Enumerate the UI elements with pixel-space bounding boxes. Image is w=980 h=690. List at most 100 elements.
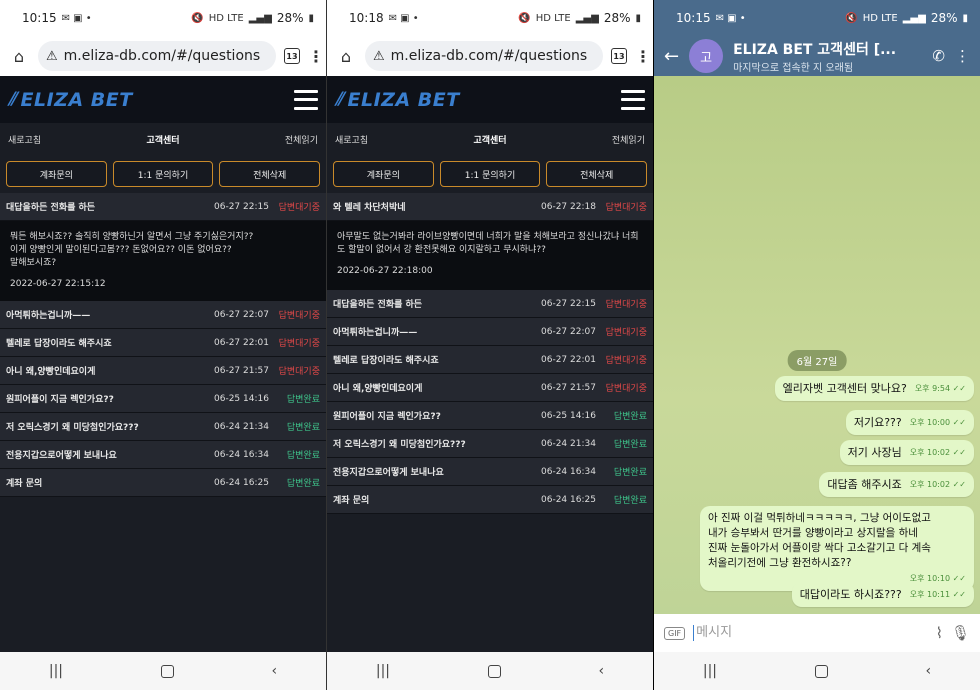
address-bar[interactable]: ⚠ m.eliza-db.com/#/questions <box>365 41 603 71</box>
chat-name: ELIZA BET 고객센터 [... <box>733 41 897 58</box>
refresh-link[interactable]: 새로고침 <box>8 133 41 146</box>
back-nav-icon[interactable]: ‹ <box>925 663 931 679</box>
message-bubble[interactable]: 대답좀 해주시죠 오후 10:02 ✓✓ <box>819 472 974 497</box>
status-time: 10:18 <box>349 11 384 25</box>
one-to-one-inquiry-button[interactable]: 1:1 문의하기 <box>439 161 541 187</box>
phone-screen-1: 10:15 ✉ ▣ • 🔇 HD LTE ▂▄▆ 28% ▮ ⌂ ⚠ m.eliza-db.… <box>0 0 326 690</box>
mute-icon: 🔇 <box>191 12 204 24</box>
recent-apps-icon[interactable]: ||| <box>376 663 390 679</box>
date-divider: 6월 27일 <box>787 350 847 371</box>
microphone-icon[interactable]: 🎙 <box>951 624 970 642</box>
list-item[interactable]: 텔레로 답장이라도 해주시죠 06-27 22:01 답변대기중 <box>327 346 653 374</box>
one-to-one-inquiry-button[interactable]: 1:1 문의하기 <box>112 161 214 187</box>
list-item[interactable]: 전용지갑으로어떻게 보내나요 06-24 16:34 답변완료 <box>327 458 653 486</box>
delete-all-button[interactable]: 전체삭제 <box>546 161 648 187</box>
chat-header: ← 고 ELIZA BET 고객센터 [... 마지막으로 접속한 지 오래됨 … <box>654 36 980 76</box>
signal-icon: ▂▄▆ <box>248 12 272 24</box>
list-item[interactable]: 원피어플이 지금 렉인가요?? 06-25 14:16 답변완료 <box>0 385 326 413</box>
home-nav-icon[interactable] <box>814 664 828 678</box>
mute-icon: 🔇 <box>518 12 531 24</box>
inquiry-list: 와 텔레 차단처박네 06-27 22:18 답변대기중 아무말도 없는거봐라 라이… <box>327 193 653 514</box>
list-item[interactable]: 아먹튀하는겁니까—— 06-27 22:07 답변대기중 <box>0 301 326 329</box>
account-inquiry-button[interactable]: 계좌문의 <box>333 161 434 187</box>
status-time: 10:15 <box>676 11 711 25</box>
list-item[interactable]: 저 오릭스경기 왜 미당첨인가요??? 06-24 21:34 답변완료 <box>0 413 326 441</box>
list-item[interactable]: 전용지갑으로어떻게 보내나요 06-24 16:34 답변완료 <box>0 441 326 469</box>
phone-call-icon[interactable]: ✆ <box>932 47 945 65</box>
sub-navigation: 새로고침 고객센터 전체읽기 <box>0 123 326 155</box>
list-item[interactable]: 계좌 문의 06-24 16:25 답변완료 <box>0 469 326 497</box>
hamburger-menu-icon[interactable] <box>621 89 645 110</box>
back-nav-icon[interactable]: ‹ <box>598 663 604 679</box>
list-item[interactable]: 원피어플이 지금 렉인가요?? 06-25 14:16 답변완료 <box>327 402 653 430</box>
hamburger-menu-icon[interactable] <box>294 89 318 110</box>
action-buttons: 계좌문의 1:1 문의하기 전체삭제 <box>327 155 653 193</box>
account-inquiry-button[interactable]: 계좌문의 <box>6 161 107 187</box>
battery-level: 28% <box>930 11 958 25</box>
message-bubble[interactable]: 저기 사장님 오후 10:02 ✓✓ <box>839 440 974 465</box>
list-item[interactable]: 대답을하든 전화를 하든 06-27 22:15 답변대기중 <box>327 290 653 318</box>
browser-toolbar: ⌂ ⚠ m.eliza-db.com/#/questions 13 ⋮ <box>0 36 326 76</box>
status-bar: 10:18 ✉ ▣ • 🔇 HD LTE ▂▄▆ 28% ▮ <box>327 0 653 36</box>
browser-toolbar: ⌂ ⚠ m.eliza-db.com/#/questions 13 ⋮ <box>327 36 653 76</box>
list-item[interactable]: 대답을하든 전화를 하든 06-27 22:15 답변대기중 <box>0 193 326 221</box>
back-arrow-icon[interactable]: ← <box>664 46 679 67</box>
address-bar[interactable]: ⚠ m.eliza-db.com/#/questions <box>38 41 276 71</box>
home-icon[interactable]: ⌂ <box>335 45 357 67</box>
tab-switcher-button[interactable]: 13 <box>611 48 627 64</box>
site-header: ⫽ ELIZA BET <box>0 76 326 123</box>
inquiry-detail: 아무말도 없는거봐라 라이브양빵이면데 너희가 말을 처해보라고 정신나갔냐 너… <box>327 221 653 290</box>
detail-timestamp: 2022-06-27 22:15:12 <box>10 279 106 289</box>
avatar[interactable]: 고 <box>689 39 724 73</box>
gif-button[interactable]: GIF <box>664 626 686 640</box>
read-all-link[interactable]: 전체읽기 <box>612 133 645 146</box>
message-bubble[interactable]: 아 진짜 이걸 먹튀하네ㅋㅋㅋㅋㅋ, 그냥 어이도없고 내가 승부봐서 딴거를 … <box>700 506 974 591</box>
recent-apps-icon[interactable]: ||| <box>49 663 63 679</box>
list-item[interactable]: 아니 왜,양빵인데요이게 06-27 21:57 답변대기중 <box>327 374 653 402</box>
battery-level: 28% <box>276 11 304 25</box>
notification-icons: ✉ ▣ • <box>388 12 419 24</box>
detail-text: 아무말도 없는거봐라 라이브양빵이면데 너희가 말을 처해보라고 정신나갔냐 너… <box>337 232 639 255</box>
list-item[interactable]: 계좌 문의 06-24 16:25 답변완료 <box>327 486 653 514</box>
list-item[interactable]: 아니 왜,양빵인데요이게 06-27 21:57 답변대기중 <box>0 357 326 385</box>
list-item[interactable]: 저 오릭스경기 왜 미당첨인가요??? 06-24 21:34 답변완료 <box>327 430 653 458</box>
detail-text: 뭐든 해보시죠?? 솔직히 양빵하닌거 알면서 그냥 주기싫은거지?? 이게 양… <box>10 232 254 268</box>
status-bar: 10:15 ✉ ▣ • 🔇 HD LTE ▂▄▆ 28% ▮ <box>654 0 980 36</box>
more-menu-icon[interactable]: ⋮ <box>955 47 970 65</box>
url-text: m.eliza-db.com/#/questions <box>390 48 588 64</box>
status-badge: 답변대기중 <box>278 203 320 213</box>
recent-apps-icon[interactable]: ||| <box>703 663 717 679</box>
inquiry-detail: 뭐든 해보시죠?? 솔직히 양빵하닌거 알면서 그냥 주기싫은거지?? 이게 양… <box>0 221 326 301</box>
more-menu-icon[interactable]: ⋮ <box>635 47 651 66</box>
message-bubble[interactable]: 대답이라도 하시죠??? 오후 10:11 ✓✓ <box>791 582 974 607</box>
signal-icon: ▂▄▆ <box>902 12 926 24</box>
read-all-link[interactable]: 전체읽기 <box>285 133 318 146</box>
back-nav-icon[interactable]: ‹ <box>271 663 277 679</box>
status-time: 10:15 <box>22 11 57 25</box>
home-nav-icon[interactable] <box>487 664 501 678</box>
tab-switcher-button[interactable]: 13 <box>284 48 300 64</box>
home-icon[interactable]: ⌂ <box>8 45 30 67</box>
home-nav-icon[interactable] <box>160 664 174 678</box>
list-item[interactable]: 와 텔레 차단처박네 06-27 22:18 답변대기중 <box>327 193 653 221</box>
notification-icons: ✉ ▣ • <box>61 12 92 24</box>
refresh-link[interactable]: 새로고침 <box>335 133 368 146</box>
delete-all-button[interactable]: 전체삭제 <box>219 161 321 187</box>
list-item[interactable]: 아먹튀하는겁니까—— 06-27 22:07 답변대기중 <box>327 318 653 346</box>
attach-icon[interactable]: ⌇ <box>936 624 943 642</box>
site-logo[interactable]: ⫽ ELIZA BET <box>335 89 460 111</box>
more-menu-icon[interactable]: ⋮ <box>308 47 324 66</box>
chat-info[interactable]: ELIZA BET 고객센터 [... 마지막으로 접속한 지 오래됨 <box>733 39 922 74</box>
phone-screen-2: 10:18 ✉ ▣ • 🔇 HD LTE ▂▄▆ 28% ▮ ⌂ ⚠ m.eliza-db.… <box>326 0 653 690</box>
site-logo[interactable]: ⫽ ELIZA BET <box>8 89 133 111</box>
notification-icons: ✉ ▣ • <box>715 12 746 24</box>
logo-mark-icon: ⫽ <box>335 89 344 110</box>
list-item[interactable]: 텔레로 답장이라도 해주시죠 06-27 22:01 답변대기중 <box>0 329 326 357</box>
detail-timestamp: 2022-06-27 22:18:00 <box>337 266 433 276</box>
message-bubble[interactable]: 저기요??? 오후 10:00 ✓✓ <box>845 410 974 435</box>
battery-icon: ▮ <box>635 12 641 24</box>
message-bubble[interactable]: 엘리자벳 고객센터 맞나요? 오후 9:54 ✓✓ <box>774 376 974 401</box>
network-label: HD LTE <box>208 12 244 24</box>
message-input[interactable]: 메시지 <box>693 625 927 641</box>
status-badge: 답변대기중 <box>605 203 647 213</box>
